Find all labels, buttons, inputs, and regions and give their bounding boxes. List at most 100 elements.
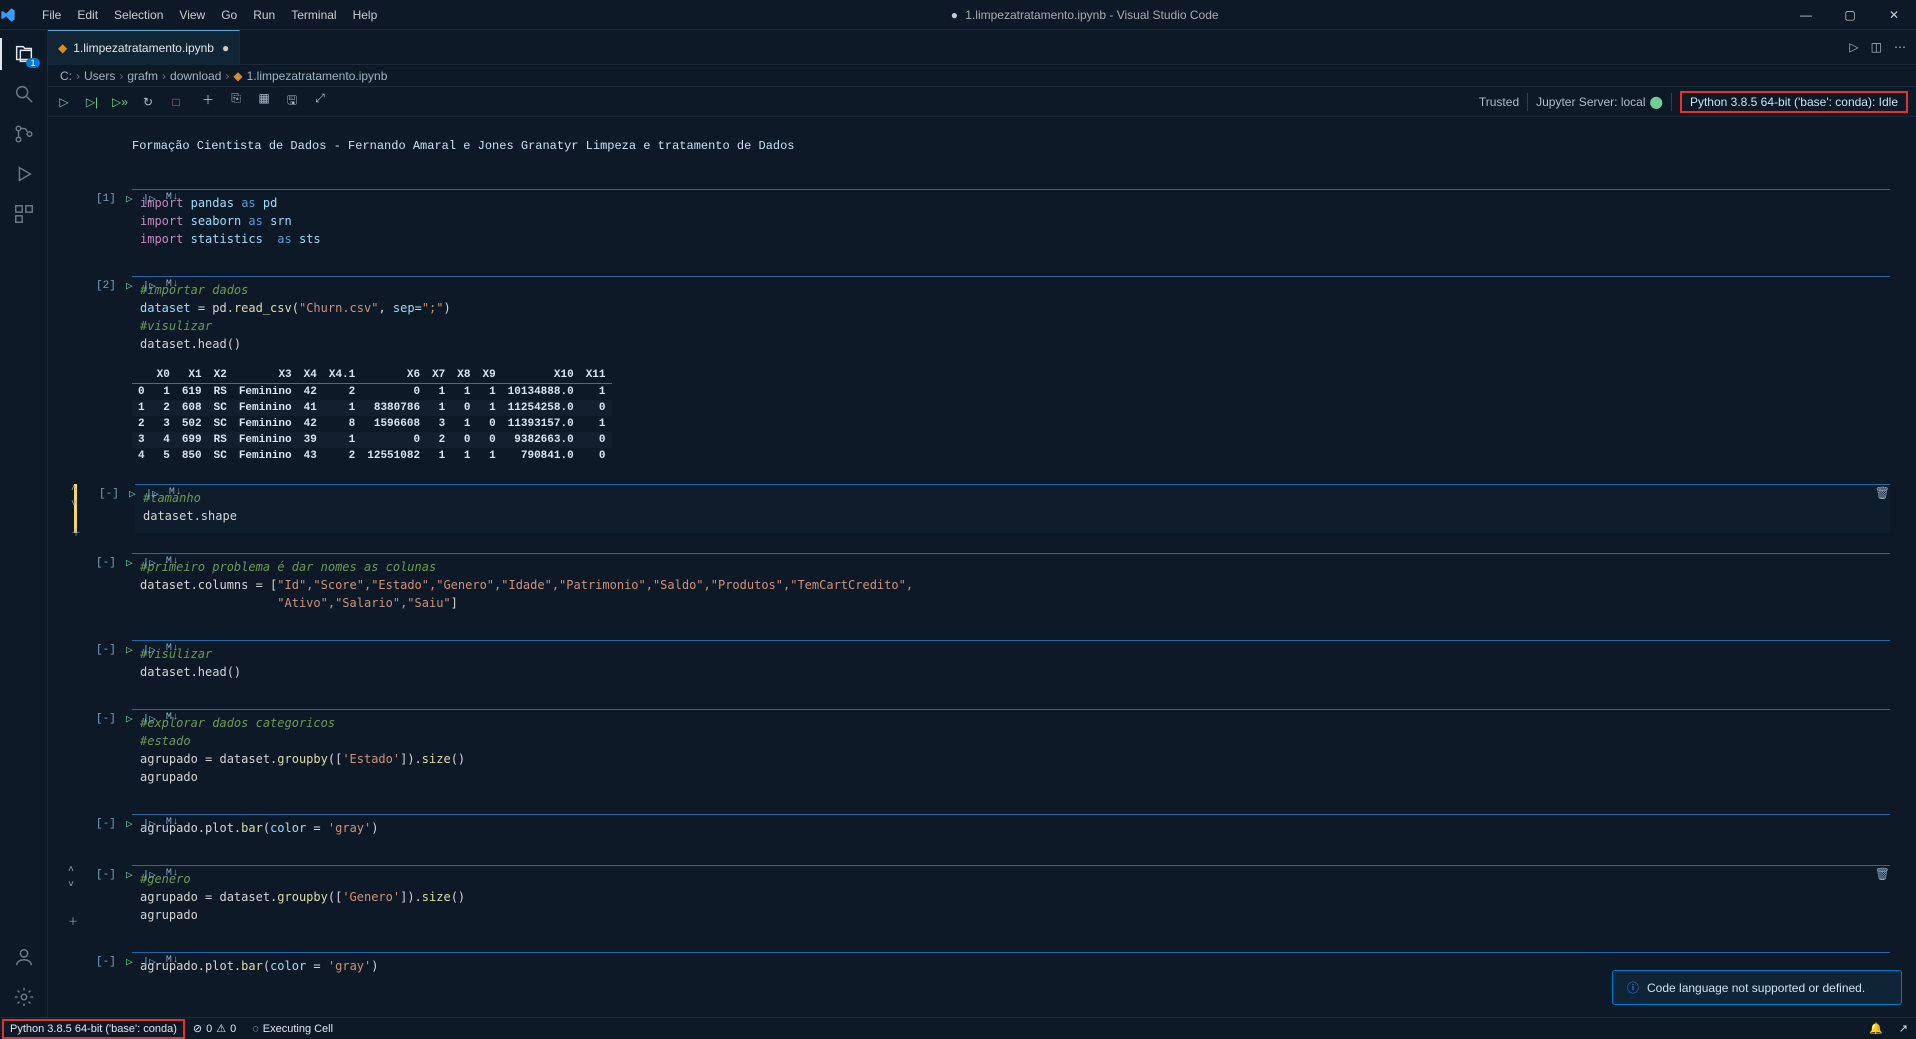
crumb-file[interactable]: 1.limpezatratamento.ipynb (247, 69, 388, 83)
run-cell-icon[interactable]: ▷ (126, 556, 133, 570)
code-content[interactable]: #visulizar dataset.head() (132, 640, 1890, 689)
tab-notebook[interactable]: ◆ 1.limpezatratamento.ipynb ● (48, 30, 240, 65)
crumb-drive[interactable]: C: (60, 69, 72, 83)
jupyter-server-indicator[interactable]: Jupyter Server: local (1536, 95, 1645, 109)
run-line-icon[interactable]: |▷ (143, 868, 156, 882)
run-cell-icon[interactable]: ▷ (126, 192, 133, 206)
menu-selection[interactable]: Selection (106, 0, 171, 30)
code-content[interactable]: #tamanho dataset.shape (135, 484, 1890, 533)
code-content[interactable]: #importar dados dataset = pd.read_csv("C… (132, 276, 1890, 361)
move-cell-up-icon[interactable]: ˄ (68, 865, 78, 876)
delete-cell-icon[interactable]: 🗑 (1875, 867, 1890, 882)
variables-icon[interactable]: ▦ (256, 91, 272, 112)
code-content[interactable]: #genero agrupado = dataset.groupby(['Gen… (132, 865, 1890, 932)
notification-toast[interactable]: ⓘ Code language not supported or defined… (1612, 970, 1902, 1005)
code-content[interactable]: agrupado.plot.bar(color = 'gray') (132, 814, 1890, 845)
run-all-below-icon[interactable]: ▷» (112, 95, 128, 109)
maximize-icon[interactable]: ▢ (1828, 0, 1872, 30)
run-line-icon[interactable]: |▷ (143, 643, 156, 657)
code-content[interactable]: #primeiro problema é dar nomes as coluna… (132, 553, 1890, 620)
save-icon[interactable]: 🖫 (284, 91, 300, 112)
run-line-icon[interactable]: |▷ (146, 487, 159, 501)
run-line-icon[interactable]: |▷ (143, 712, 156, 726)
code-cell[interactable]: [-] ▷ |▷ M↓ #primeiro problema é dar nom… (74, 553, 1890, 620)
run-line-icon[interactable]: |▷ (143, 817, 156, 831)
run-cell-icon[interactable]: ▷ (126, 643, 133, 657)
add-cell-below-icon[interactable]: ＋ (68, 913, 78, 929)
code-content[interactable]: import pandas as pd import seaborn as sr… (132, 189, 1890, 256)
activity-source-control-icon[interactable] (0, 114, 48, 154)
cell-markdown-icon[interactable]: M↓ (166, 868, 179, 882)
menu-go[interactable]: Go (213, 0, 245, 30)
move-cell-down-icon[interactable]: ˅ (68, 880, 78, 891)
run-line-icon[interactable]: |▷ (143, 955, 156, 969)
interrupt-kernel-icon[interactable]: □ (168, 95, 184, 109)
menu-file[interactable]: File (34, 0, 69, 30)
run-line-icon[interactable]: |▷ (143, 192, 156, 206)
code-cell[interactable]: ˄ ˅ ＋ [-] ▷ |▷ M↓ 🗑 #tamanho dataset.sha… (74, 484, 1890, 533)
status-python-interpreter[interactable]: Python 3.8.5 64-bit ('base': conda) (2, 1019, 185, 1039)
activity-account-icon[interactable] (0, 937, 48, 977)
activity-settings-icon[interactable] (0, 977, 48, 1017)
activity-search-icon[interactable] (0, 74, 48, 114)
activity-run-debug-icon[interactable] (0, 154, 48, 194)
menu-help[interactable]: Help (345, 0, 386, 30)
expand-icon[interactable]: ⤢ (312, 91, 328, 112)
menu-terminal[interactable]: Terminal (283, 0, 344, 30)
cell-markdown-icon[interactable]: M↓ (169, 487, 182, 501)
run-cell-icon[interactable]: ▷ (126, 868, 133, 882)
close-icon[interactable]: ✕ (1872, 0, 1916, 30)
minimize-icon[interactable]: — (1784, 0, 1828, 30)
run-cell-icon[interactable]: ▷ (126, 279, 133, 293)
trusted-indicator[interactable]: Trusted (1479, 95, 1519, 109)
delete-cell-icon[interactable]: 🗑 (1875, 486, 1890, 501)
export-icon[interactable]: ⎘ (228, 91, 244, 112)
run-all-above-icon[interactable]: ▷| (84, 95, 100, 109)
code-cell[interactable]: [2] ▷ |▷ M↓ #importar dados dataset = pd… (74, 276, 1890, 464)
crumb-user[interactable]: grafm (127, 69, 158, 83)
breadcrumb[interactable]: C:› Users› grafm› download› ◆ 1.limpezat… (48, 65, 1916, 87)
menu-edit[interactable]: Edit (69, 0, 106, 30)
run-cell-icon[interactable]: ▷ (129, 487, 136, 501)
split-editor-icon[interactable]: ◫ (1871, 40, 1882, 54)
run-cell-icon[interactable]: ▷ (126, 817, 133, 831)
add-cell-below-icon[interactable]: ＋ (71, 524, 81, 540)
notebook-body[interactable]: Formação Cientista de Dados - Fernando A… (48, 117, 1916, 1017)
run-cell-icon[interactable]: ▷ (126, 955, 133, 969)
menu-view[interactable]: View (171, 0, 213, 30)
code-cell[interactable]: [-] ▷ |▷ M↓ #visulizar dataset.head() (74, 640, 1890, 689)
move-cell-down-icon[interactable]: ˅ (71, 499, 81, 510)
menu-run[interactable]: Run (245, 0, 283, 30)
run-line-icon[interactable]: |▷ (143, 279, 156, 293)
cell-markdown-icon[interactable]: M↓ (166, 955, 179, 969)
cell-markdown-icon[interactable]: M↓ (166, 817, 179, 831)
status-notifications-icon[interactable]: 🔔 (1861, 1018, 1891, 1039)
status-executing[interactable]: ◌ Executing Cell (244, 1018, 341, 1039)
restart-kernel-icon[interactable]: ↻ (140, 95, 156, 109)
crumb-folder[interactable]: download (170, 69, 221, 83)
kernel-selector[interactable]: Python 3.8.5 64-bit ('base': conda): Idl… (1680, 91, 1908, 113)
activity-explorer-icon[interactable]: 1 (0, 34, 48, 74)
cell-markdown-icon[interactable]: M↓ (166, 712, 179, 726)
cell-markdown-icon[interactable]: M↓ (166, 279, 179, 293)
activity-extensions-icon[interactable] (0, 194, 48, 234)
code-content[interactable]: #explorar dados categoricos #estado agru… (132, 709, 1890, 794)
add-cell-icon[interactable]: ＋ (200, 91, 216, 112)
run-cell-icon[interactable]: ▷ (126, 712, 133, 726)
status-feedback-icon[interactable]: ↗ (1891, 1018, 1916, 1039)
markdown-cell[interactable]: Formação Cientista de Dados - Fernando A… (74, 131, 1890, 169)
code-cell[interactable]: ˄ ˅ ＋ [-] ▷ |▷ M↓ 🗑 #genero agrupado = d… (74, 865, 1890, 932)
run-all-icon[interactable]: ▷ (1849, 40, 1858, 54)
cell-markdown-icon[interactable]: M↓ (166, 192, 179, 206)
move-cell-up-icon[interactable]: ˄ (71, 484, 81, 495)
more-actions-icon[interactable]: ⋯ (1894, 40, 1906, 54)
cell-markdown-icon[interactable]: M↓ (166, 643, 179, 657)
code-cell[interactable]: [-] ▷ |▷ M↓ #explorar dados categoricos … (74, 709, 1890, 794)
run-cell-icon[interactable]: ▷ (56, 95, 72, 109)
cell-markdown-icon[interactable]: M↓ (166, 556, 179, 570)
status-problems[interactable]: ⊘0 ⚠0 (185, 1018, 244, 1039)
code-cell[interactable]: [1] ▷ |▷ M↓ import pandas as pd import s… (74, 189, 1890, 256)
crumb-users[interactable]: Users (84, 69, 115, 83)
run-line-icon[interactable]: |▷ (143, 556, 156, 570)
code-cell[interactable]: [-] ▷ |▷ M↓ agrupado.plot.bar(color = 'g… (74, 814, 1890, 845)
